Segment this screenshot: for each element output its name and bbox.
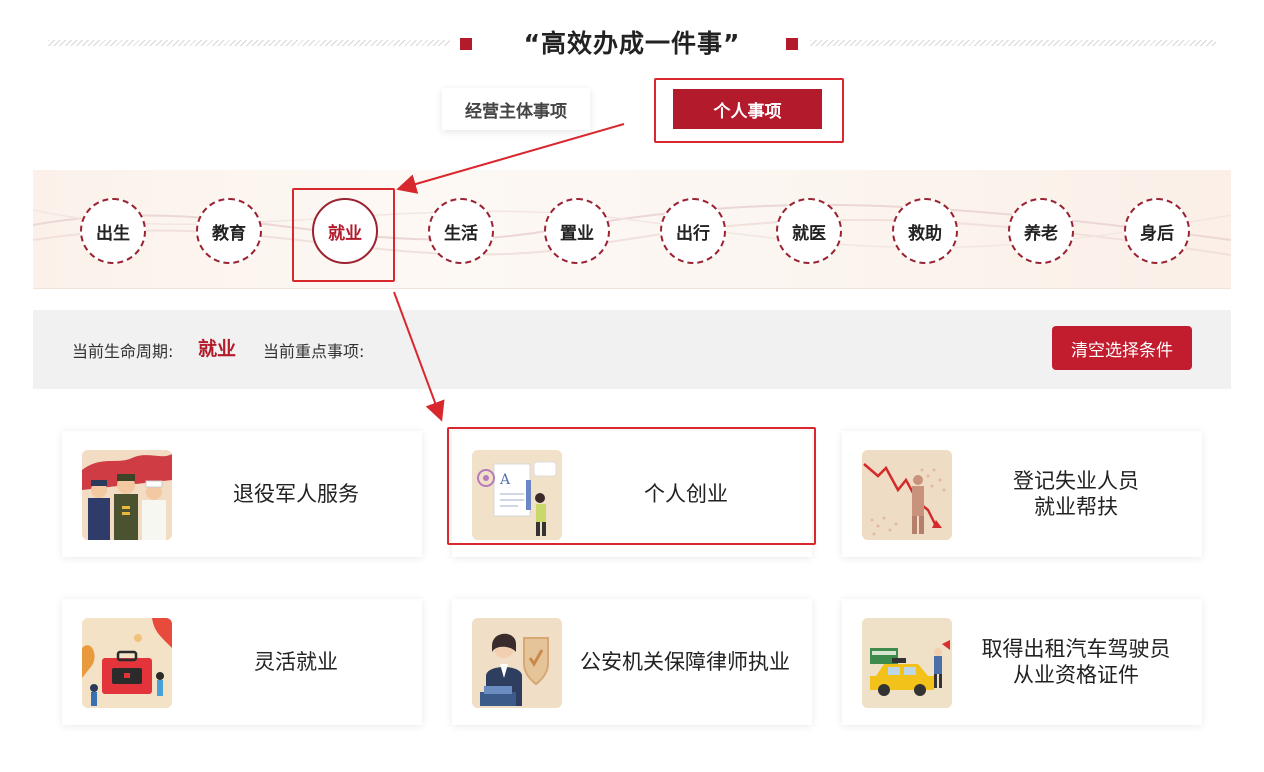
lifecycle-item-after-death[interactable]: 身后 bbox=[1124, 198, 1190, 264]
tab-business-matters[interactable]: 经营主体事项 bbox=[442, 88, 590, 130]
current-focus-label: 当前重点事项: bbox=[263, 342, 365, 361]
lifecycle-item-birth[interactable]: 出生 bbox=[80, 198, 146, 264]
tab-personal-matters[interactable]: 个人事项 bbox=[673, 89, 822, 129]
card-title: 登记失业人员 就业帮扶 bbox=[1013, 469, 1139, 519]
lifecycle-item-employment[interactable]: 就业 bbox=[312, 198, 378, 264]
lawyer-image bbox=[472, 618, 562, 708]
card-title: 退役军人服务 bbox=[233, 482, 359, 506]
clear-filter-button[interactable]: 清空选择条件 bbox=[1052, 326, 1192, 370]
lifecycle-item-assistance[interactable]: 救助 bbox=[892, 198, 958, 264]
lifecycle-item-education[interactable]: 教育 bbox=[196, 198, 262, 264]
title-square-left bbox=[460, 38, 472, 50]
svg-text:A: A bbox=[499, 472, 511, 488]
lifecycle-item-property[interactable]: 置业 bbox=[544, 198, 610, 264]
service-card-entrepreneurship[interactable]: A 个人创业 bbox=[452, 431, 812, 557]
lifecycle-item-living[interactable]: 生活 bbox=[428, 198, 494, 264]
entrepreneurship-image: A bbox=[472, 450, 562, 540]
lifecycle-item-elderly-care[interactable]: 养老 bbox=[1008, 198, 1074, 264]
service-card-unemployment-assistance[interactable]: 登记失业人员 就业帮扶 bbox=[842, 431, 1202, 557]
taxi-image bbox=[862, 618, 952, 708]
card-title: 公安机关保障律师执业 bbox=[580, 650, 790, 674]
title-decor-right bbox=[810, 40, 1216, 46]
lifecycle-item-medical[interactable]: 就医 bbox=[776, 198, 842, 264]
card-title: 灵活就业 bbox=[254, 650, 338, 674]
service-card-veterans[interactable]: 退役军人服务 bbox=[62, 431, 422, 557]
service-card-taxi-driver-certificate[interactable]: 取得出租汽车驾驶员 从业资格证件 bbox=[842, 599, 1202, 725]
card-title: 取得出租汽车驾驶员 从业资格证件 bbox=[981, 637, 1171, 687]
current-lifecycle-label: 当前生命周期: bbox=[72, 342, 174, 361]
service-card-flexible-employment[interactable]: 灵活就业 bbox=[62, 599, 422, 725]
title-decor-left bbox=[48, 40, 450, 46]
service-card-lawyer-practice[interactable]: 公安机关保障律师执业 bbox=[452, 599, 812, 725]
page-title: “高效办成一件事” bbox=[523, 29, 741, 58]
title-square-right bbox=[786, 38, 798, 50]
flexible-work-image bbox=[82, 618, 172, 708]
lifecycle-item-travel[interactable]: 出行 bbox=[660, 198, 726, 264]
current-lifecycle-value: 就业 bbox=[198, 338, 237, 360]
veterans-image bbox=[82, 450, 172, 540]
unemployment-image bbox=[862, 450, 952, 540]
card-title: 个人创业 bbox=[644, 482, 728, 506]
